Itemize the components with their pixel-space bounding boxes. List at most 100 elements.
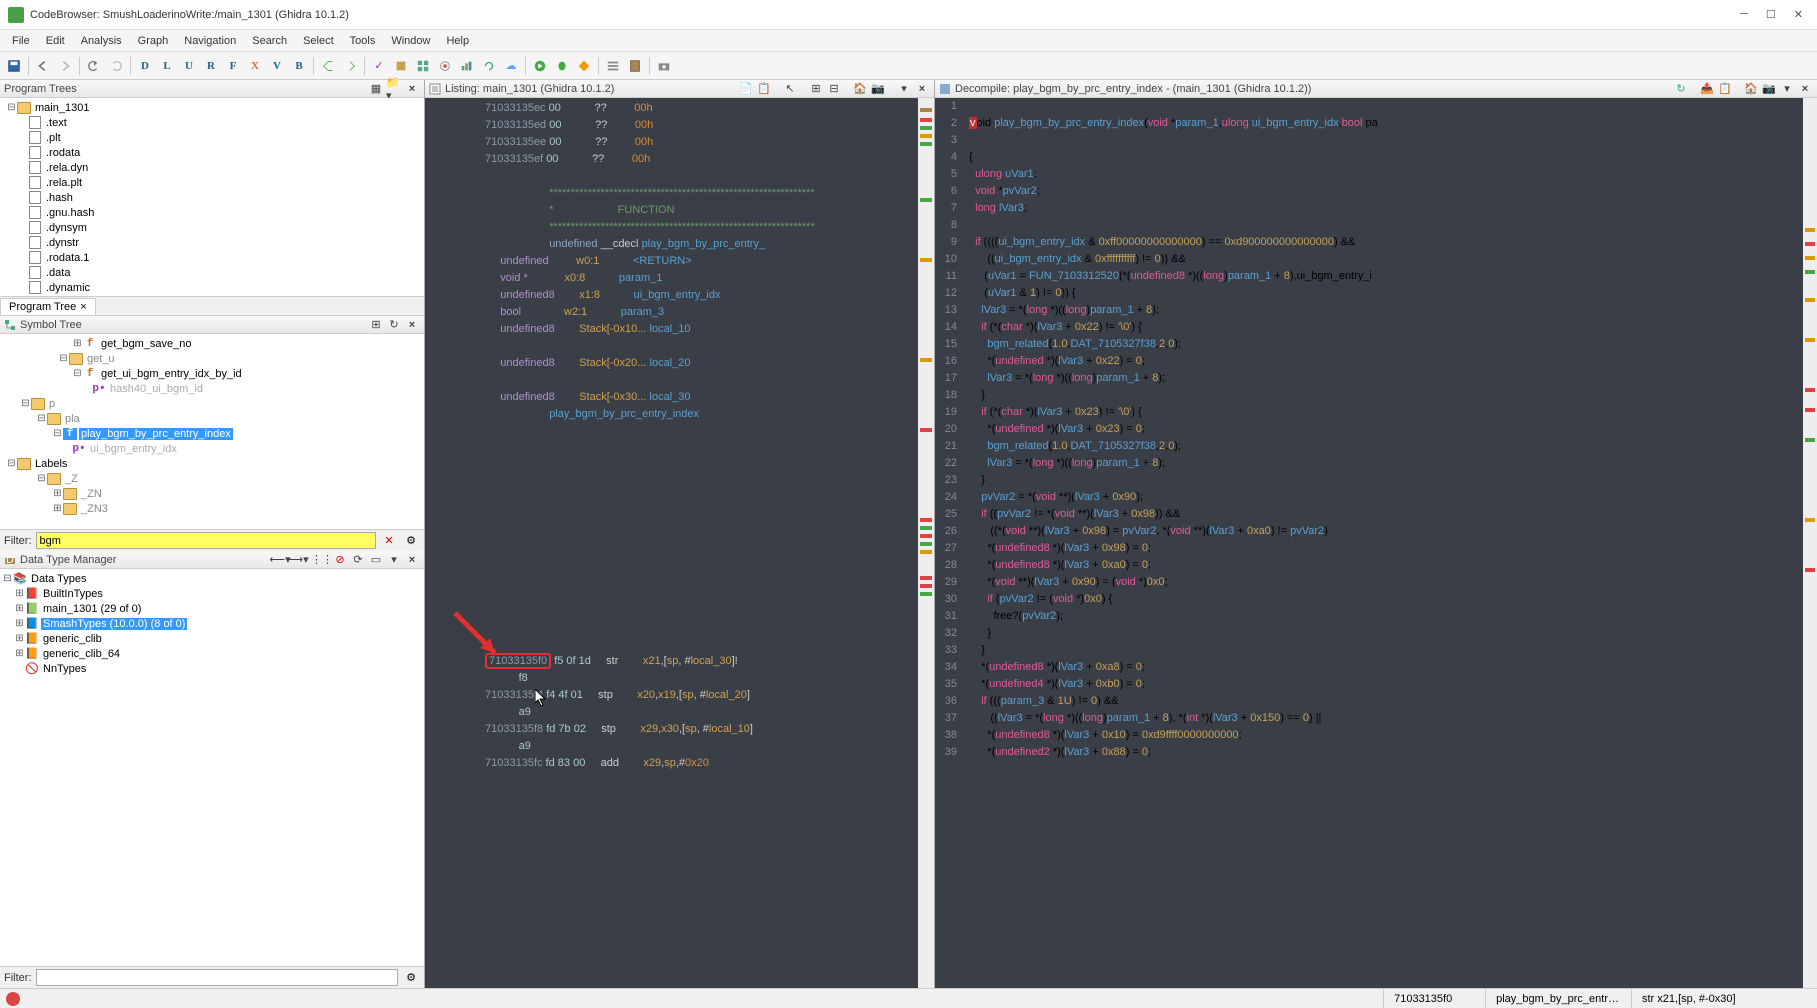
- tree-item[interactable]: NnTypes: [41, 663, 88, 675]
- tree-item[interactable]: ui_bgm_entry_idx: [88, 443, 179, 455]
- decompile-code[interactable]: void play_bgm_by_prc_entry_index(void *p…: [963, 98, 1803, 988]
- bug-icon[interactable]: [552, 56, 572, 76]
- lst-menu-icon[interactable]: ▾: [896, 81, 912, 97]
- pt-btn2-icon[interactable]: 📁▾: [386, 81, 402, 97]
- st-btn2-icon[interactable]: ↻: [386, 317, 402, 333]
- lst-close-icon[interactable]: ×: [914, 81, 930, 97]
- redo-icon[interactable]: [106, 56, 126, 76]
- tree-item[interactable]: .dynstr: [44, 237, 81, 249]
- lst-copy-icon[interactable]: 📄: [738, 81, 754, 97]
- dtm-btn3-icon[interactable]: ⋮⋮: [314, 552, 330, 568]
- lst-cursor-icon[interactable]: ↖: [782, 81, 798, 97]
- tree-item[interactable]: _ZN3: [79, 503, 110, 515]
- save-icon[interactable]: [4, 56, 24, 76]
- chart-icon[interactable]: [457, 56, 477, 76]
- camera-icon[interactable]: [654, 56, 674, 76]
- dc-snap-icon[interactable]: 📷: [1761, 81, 1777, 97]
- box-icon[interactable]: [391, 56, 411, 76]
- menu-edit[interactable]: Edit: [38, 33, 73, 49]
- minimize-button[interactable]: ─: [1740, 8, 1748, 21]
- menu-file[interactable]: File: [4, 33, 38, 49]
- menu-navigation[interactable]: Navigation: [176, 33, 244, 49]
- lst-toggle2-icon[interactable]: ⊟: [826, 81, 842, 97]
- letter-u-icon[interactable]: U: [179, 56, 199, 76]
- maximize-button[interactable]: ☐: [1766, 8, 1776, 21]
- tree-item[interactable]: BuiltInTypes: [41, 588, 105, 600]
- refresh-icon[interactable]: [479, 56, 499, 76]
- tree-item[interactable]: .rela.dyn: [44, 162, 90, 174]
- dc-close-icon[interactable]: ×: [1797, 81, 1813, 97]
- tree-item[interactable]: _ZN: [79, 488, 104, 500]
- tree-item[interactable]: .plt: [44, 132, 63, 144]
- lst-paste-icon[interactable]: 📋: [756, 81, 772, 97]
- dtm-btn5-icon[interactable]: ⟳: [350, 552, 366, 568]
- dc-menu-icon[interactable]: ▾: [1779, 81, 1795, 97]
- dc-export-icon[interactable]: 📤: [1699, 81, 1715, 97]
- program-tree[interactable]: ⊟main_1301 .text .plt .rodata .rela.dyn …: [0, 98, 424, 296]
- tree-item[interactable]: .gnu.hash: [44, 207, 96, 219]
- tree-item[interactable]: generic_clib_64: [41, 648, 122, 660]
- book-icon[interactable]: [625, 56, 645, 76]
- tab-close-icon[interactable]: ×: [80, 301, 86, 313]
- dtm-back-icon[interactable]: ⟵▾: [272, 552, 288, 568]
- letter-f-icon[interactable]: F: [223, 56, 243, 76]
- tree-item[interactable]: get_bgm_save_no: [99, 338, 194, 350]
- pt-btn1-icon[interactable]: ▦: [368, 81, 384, 97]
- letter-r-icon[interactable]: R: [201, 56, 221, 76]
- lst-toggle1-icon[interactable]: ⊞: [808, 81, 824, 97]
- menu-tools[interactable]: Tools: [342, 33, 384, 49]
- list-icon[interactable]: [603, 56, 623, 76]
- tab-program-tree[interactable]: Program Tree×: [0, 298, 96, 315]
- tree-item[interactable]: _Z: [63, 473, 80, 485]
- undo-icon[interactable]: [84, 56, 104, 76]
- dtm-btn4-icon[interactable]: ⊘: [332, 552, 348, 568]
- next-diff-icon[interactable]: [340, 56, 360, 76]
- filter-settings-icon[interactable]: ⚙: [402, 532, 420, 550]
- tree-root[interactable]: main_1301: [33, 102, 91, 114]
- menu-graph[interactable]: Graph: [130, 33, 177, 49]
- tree-item[interactable]: .data: [44, 267, 72, 279]
- tree-item[interactable]: main_1301 (29 of 0): [41, 603, 143, 615]
- tree-item[interactable]: .dynsym: [44, 222, 89, 234]
- data-type-tree[interactable]: ⊟📚Data Types ⊞📕BuiltInTypes ⊞📗main_1301 …: [0, 569, 424, 966]
- tree-item[interactable]: .dynamic: [44, 282, 92, 294]
- target-icon[interactable]: [435, 56, 455, 76]
- symbol-filter-input[interactable]: [36, 532, 377, 549]
- listing-scroll[interactable]: 71033135ec 00 ?? 00h 71033135ed 00 ?? 00…: [425, 98, 918, 988]
- letter-v-icon[interactable]: V: [267, 56, 287, 76]
- letter-l-icon[interactable]: L: [157, 56, 177, 76]
- forward-icon[interactable]: [55, 56, 75, 76]
- dtm-fwd-icon[interactable]: ⟶▾: [290, 552, 306, 568]
- back-icon[interactable]: [33, 56, 53, 76]
- menu-analysis[interactable]: Analysis: [73, 33, 130, 49]
- clear-filter-icon[interactable]: ✕: [380, 532, 398, 550]
- st-close-icon[interactable]: ×: [404, 317, 420, 333]
- cloud-icon[interactable]: ☁: [501, 56, 521, 76]
- menu-help[interactable]: Help: [438, 33, 477, 49]
- menu-window[interactable]: Window: [383, 33, 438, 49]
- pt-close-icon[interactable]: ×: [404, 81, 420, 97]
- tree-item-selected[interactable]: play_bgm_by_prc_entry_index: [79, 428, 233, 440]
- diamond-icon[interactable]: [574, 56, 594, 76]
- lst-home-icon[interactable]: 🏠: [852, 81, 868, 97]
- dc-copy-icon[interactable]: 📋: [1717, 81, 1733, 97]
- tree-item-selected[interactable]: SmashTypes (10.0.0) (8 of 0): [41, 618, 187, 630]
- tree-root[interactable]: Data Types: [29, 573, 88, 585]
- dtm-menu-icon[interactable]: ▾: [386, 552, 402, 568]
- dtm-filter-settings-icon[interactable]: ⚙: [402, 969, 420, 987]
- symbol-tree[interactable]: ⊞fget_bgm_save_no ⊟get_u ⊟fget_ui_bgm_en…: [0, 334, 424, 529]
- tree-item[interactable]: Labels: [33, 458, 69, 470]
- dc-refresh-icon[interactable]: ↻: [1673, 81, 1689, 97]
- tree-item[interactable]: p: [47, 398, 57, 410]
- dc-home-icon[interactable]: 🏠: [1743, 81, 1759, 97]
- check-icon[interactable]: ✓: [369, 56, 389, 76]
- tree-item[interactable]: .text: [44, 117, 69, 129]
- grid-icon[interactable]: [413, 56, 433, 76]
- dtm-btn6-icon[interactable]: ▭: [368, 552, 384, 568]
- play-icon[interactable]: [530, 56, 550, 76]
- letter-b-icon[interactable]: B: [289, 56, 309, 76]
- prev-diff-icon[interactable]: [318, 56, 338, 76]
- menu-select[interactable]: Select: [295, 33, 342, 49]
- letter-d-icon[interactable]: D: [135, 56, 155, 76]
- tree-item[interactable]: get_ui_bgm_entry_idx_by_id: [99, 368, 244, 380]
